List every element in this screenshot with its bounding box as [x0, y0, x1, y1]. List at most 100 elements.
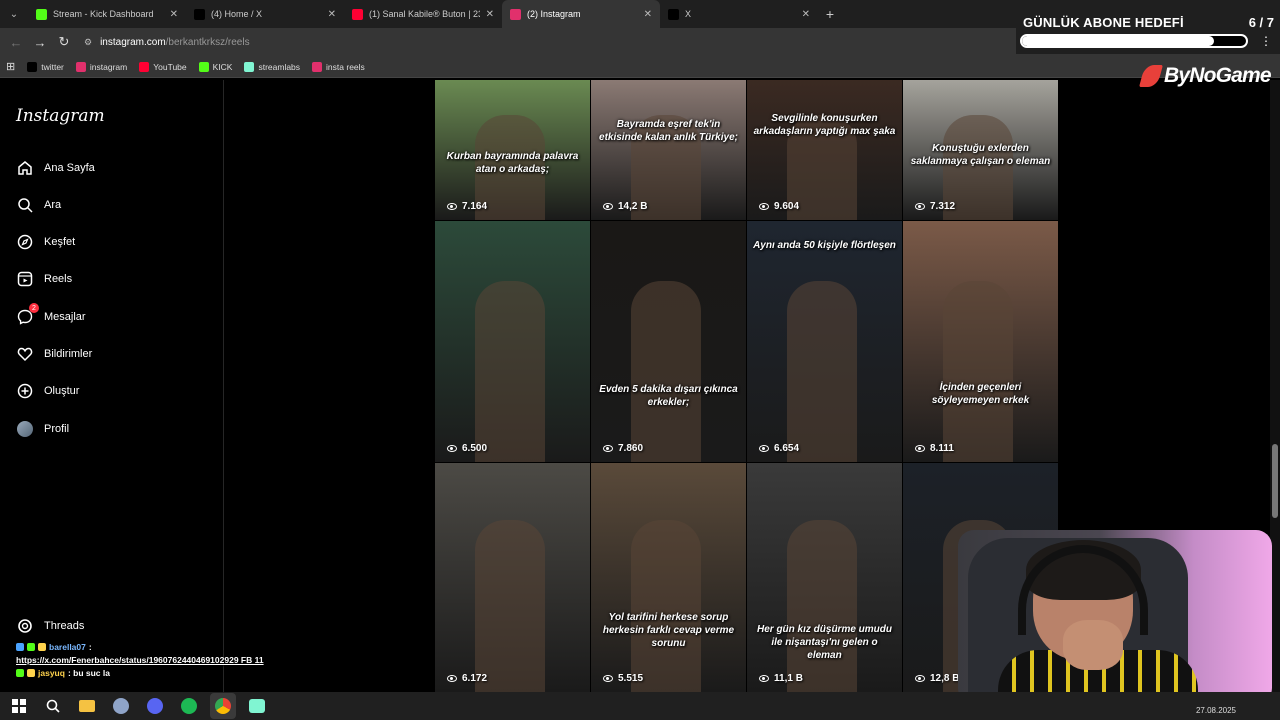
- reel-tile[interactable]: Aynı anda 50 kişiyle flörtleşen 6.654: [747, 221, 902, 462]
- bookmark-streamlabs[interactable]: streamlabs: [244, 61, 301, 72]
- eye-icon: [447, 675, 457, 682]
- tab-search-icon[interactable]: ⌄: [0, 0, 28, 28]
- bookmark-insta-reels[interactable]: insta reels: [312, 61, 365, 72]
- sidebar-item-ana-sayfa[interactable]: Ana Sayfa: [16, 158, 95, 178]
- tab-instagram[interactable]: (2) Instagram ✕: [502, 0, 660, 28]
- forward-button[interactable]: →: [28, 30, 52, 54]
- brand-mark-icon: [1139, 65, 1163, 87]
- sidebar-item-kesfet[interactable]: Keşfet: [16, 232, 75, 252]
- file-explorer-icon[interactable]: [74, 693, 100, 719]
- reel-tile[interactable]: 6.172: [435, 463, 590, 692]
- instagram-sidebar: Instagram Ana Sayfa Ara Keşfet Reels 2 Me…: [0, 80, 224, 692]
- goal-progress-fill: [1022, 36, 1214, 46]
- eye-icon: [603, 203, 613, 210]
- tab-x[interactable]: X ✕: [660, 0, 818, 28]
- avatar: [17, 421, 33, 437]
- reel-tile[interactable]: Konuştuğu exlerden saklanmaya çalışan o …: [903, 80, 1058, 220]
- bookmark-instagram[interactable]: instagram: [75, 61, 127, 72]
- sidebar-item-reels[interactable]: Reels: [16, 269, 72, 289]
- webcam-overlay: [958, 530, 1272, 704]
- reel-figure: [787, 281, 857, 462]
- back-button[interactable]: ←: [4, 30, 28, 54]
- eye-icon: [759, 203, 769, 210]
- reel-tile[interactable]: Her gün kız düşürme umudu ile nişantaşı'…: [747, 463, 902, 692]
- brand-name: ByNoGame: [1164, 64, 1272, 87]
- windows-start-icon[interactable]: [6, 693, 32, 719]
- streamlabs-icon[interactable]: [244, 693, 270, 719]
- close-icon[interactable]: ✕: [644, 9, 652, 20]
- discord-icon[interactable]: [142, 693, 168, 719]
- home-icon: [16, 159, 34, 177]
- reel-view-count: 6.500: [447, 443, 487, 454]
- instagram-logo[interactable]: Instagram: [16, 106, 105, 126]
- close-icon[interactable]: ✕: [328, 9, 336, 20]
- reel-view-count: 7.164: [447, 201, 487, 212]
- close-icon[interactable]: ✕: [802, 9, 810, 20]
- bookmark-twitter[interactable]: twitter: [27, 61, 64, 72]
- reel-tile[interactable]: İçinden geçenleri söyleyemeyen erkek 8.11…: [903, 221, 1058, 462]
- youtube-icon: [139, 61, 150, 72]
- sidebar-item-bildirimler[interactable]: Bildirimler: [16, 344, 92, 364]
- instagram-icon: [510, 8, 521, 20]
- site-info-icon[interactable]: ⚙: [84, 37, 92, 48]
- sidebar-item-mesajlar[interactable]: 2 Mesajlar: [16, 303, 86, 327]
- goal-progress-bar: [1020, 34, 1248, 48]
- sidebar-item-label: Threads: [44, 620, 85, 632]
- search-icon[interactable]: [40, 693, 66, 719]
- view-count-text: 11,1 B: [774, 673, 803, 684]
- tab-title: (2) Instagram: [527, 9, 581, 19]
- url-host: instagram.com: [100, 36, 166, 48]
- subscriber-goal-widget: GÜNLÜK ABONE HEDEFİ 6 / 7 ⋮: [1016, 12, 1280, 54]
- app-icon[interactable]: [108, 693, 134, 719]
- reel-view-count: 14,2 B: [603, 201, 647, 212]
- heart-icon: [16, 345, 34, 363]
- view-count-text: 7.860: [618, 443, 644, 454]
- reel-tile[interactable]: Kurban bayramında palavra atan o arkadaş…: [435, 80, 590, 220]
- eye-icon: [759, 675, 769, 682]
- reel-tile[interactable]: Sevgilinle konuşurken arkadaşların yaptı…: [747, 80, 902, 220]
- bookmarks-bar: ⊞ twitter instagram YouTube KICK streaml…: [0, 56, 1280, 78]
- bookmark-kick[interactable]: KICK: [198, 61, 233, 72]
- close-icon[interactable]: ✕: [486, 9, 494, 20]
- scrollbar-thumb[interactable]: [1272, 444, 1278, 518]
- reel-tile[interactable]: Bayramda eşref tek'in etkisinde kalan an…: [591, 80, 746, 220]
- reel-figure: [631, 281, 701, 462]
- reload-button[interactable]: ↻: [52, 30, 76, 54]
- view-count-text: 5.515: [618, 673, 644, 684]
- tab-x[interactable]: (4) Home / X ✕: [186, 0, 344, 28]
- bookmark-label: KICK: [212, 61, 233, 72]
- reel-tile[interactable]: Yol tarifini herkese sorup herkesin fark…: [591, 463, 746, 692]
- bookmark-label: streamlabs: [258, 61, 301, 72]
- reel-caption: Aynı anda 50 kişiyle flörtleşen: [753, 240, 896, 251]
- tab-kick[interactable]: Stream - Kick Dashboard ✕: [28, 0, 186, 28]
- view-count-text: 12,8 B: [930, 673, 960, 684]
- reel-caption: Konuştuğu exlerden saklanmaya çalışan o …: [910, 143, 1051, 167]
- sidebar-item-label: Bildirimler: [44, 348, 93, 360]
- chat-badge-icon: [16, 668, 24, 677]
- sidebar-item-label: Reels: [44, 273, 73, 285]
- view-count-text: 8.111: [930, 443, 954, 454]
- reel-tile[interactable]: Evden 5 dakika dışarı çıkınca erkekler; 7…: [591, 221, 746, 462]
- tab-title: X: [685, 9, 692, 19]
- bookmark-youtube[interactable]: YouTube: [139, 61, 187, 72]
- spotify-icon[interactable]: [176, 693, 202, 719]
- chrome-icon[interactable]: [210, 693, 236, 719]
- chat-text: :: [88, 641, 92, 652]
- close-icon[interactable]: ✕: [170, 9, 178, 20]
- apps-grid-icon[interactable]: ⊞: [6, 60, 15, 73]
- sidebar-item-profil[interactable]: Profil: [16, 419, 69, 439]
- tab-youtube[interactable]: (1) Sanal Kabile® Buton | 23. B ✕: [344, 0, 502, 28]
- bookmark-label: YouTube: [153, 61, 187, 72]
- streamlabs-icon: [244, 61, 255, 72]
- reel-tile[interactable]: 6.500: [435, 221, 590, 462]
- address-bar[interactable]: ⚙ instagram.com/berkantkrksz/reels: [84, 31, 384, 53]
- view-count-text: 7.164: [462, 201, 488, 212]
- eye-icon: [915, 675, 925, 682]
- reel-view-count: 12,8 B: [915, 673, 959, 684]
- sidebar-item-olustur[interactable]: Oluştur: [16, 381, 79, 401]
- reel-caption: Kurban bayramında palavra atan o arkadaş…: [446, 151, 579, 175]
- sidebar-item-threads[interactable]: Threads: [16, 616, 84, 636]
- reels-icon: [16, 270, 34, 288]
- sidebar-item-ara[interactable]: Ara: [16, 195, 61, 215]
- new-tab-button[interactable]: +: [818, 6, 842, 22]
